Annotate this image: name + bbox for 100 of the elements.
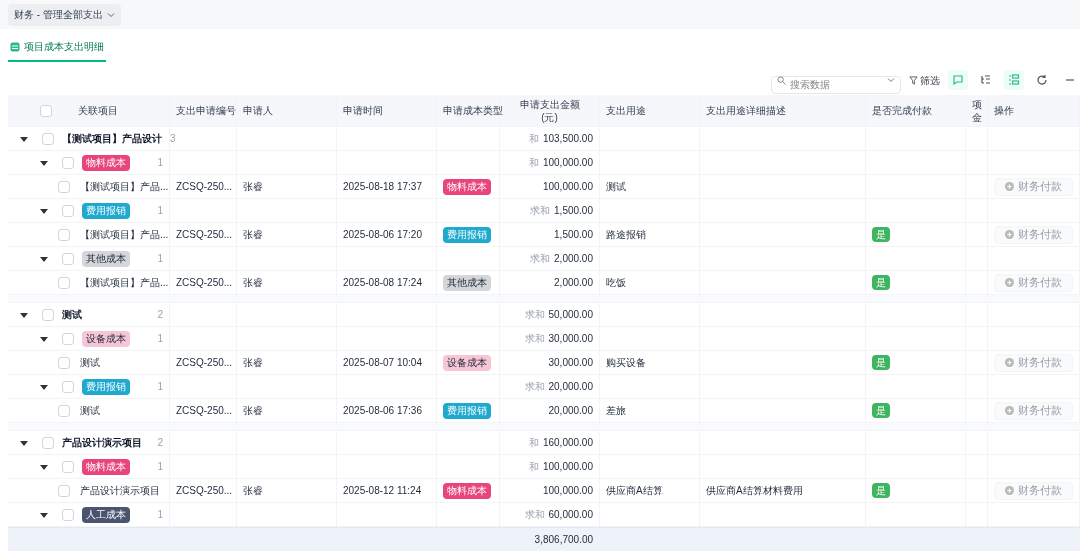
- column-header: 金: [972, 110, 982, 124]
- caret-icon[interactable]: [40, 334, 48, 343]
- applicant-name: 张睿: [243, 180, 263, 194]
- cost-type-tag: 物料成本: [82, 458, 130, 475]
- comment-icon[interactable]: [948, 70, 968, 91]
- project-name: 【测试项目】产品...: [80, 276, 169, 290]
- group-count: 2: [157, 436, 163, 450]
- caret-icon[interactable]: [40, 206, 48, 215]
- cost-type-tag: 费用报销: [82, 202, 130, 219]
- sum-value: 30,000.00: [548, 332, 593, 346]
- caret-icon[interactable]: [20, 310, 28, 319]
- sum-label: 求和: [524, 332, 545, 346]
- column-header: 申请成本类型: [443, 104, 503, 117]
- checkbox[interactable]: [62, 332, 74, 345]
- amount: 100,000.00: [542, 484, 593, 498]
- plus-circle-icon: [1005, 278, 1014, 287]
- sum-value: 20,000.00: [548, 380, 593, 394]
- checkbox[interactable]: [58, 276, 70, 289]
- cost-type-tag: 费用报销: [443, 402, 491, 419]
- plus-circle-icon: [1005, 406, 1014, 415]
- sum-label: 和: [528, 460, 539, 474]
- applicant-name: 张睿: [243, 356, 263, 370]
- column-header: 申请人: [243, 104, 273, 117]
- caret-icon[interactable]: [40, 158, 48, 167]
- table-icon: [10, 41, 20, 52]
- checkbox[interactable]: [42, 132, 54, 145]
- filter-button[interactable]: 筛选: [909, 72, 940, 88]
- caret-icon[interactable]: [20, 438, 28, 447]
- checkbox[interactable]: [40, 104, 52, 117]
- checkbox[interactable]: [62, 460, 74, 473]
- sum-value: 50,000.00: [548, 308, 593, 322]
- caret-icon[interactable]: [40, 510, 48, 519]
- sum-value: 2,000.00: [554, 252, 593, 266]
- checkbox[interactable]: [58, 356, 70, 369]
- checkbox[interactable]: [62, 156, 74, 169]
- plus-circle-icon: [1005, 486, 1014, 495]
- sum-label: 求和: [524, 508, 545, 522]
- checkbox[interactable]: [58, 404, 70, 417]
- purpose-description: 供应商A结算材料费用: [706, 484, 803, 498]
- chevron-down-icon: [106, 10, 115, 19]
- caret-icon[interactable]: [40, 382, 48, 391]
- sum-label: 求和: [530, 204, 551, 218]
- request-number: ZCSQ-250...: [176, 404, 233, 418]
- applicant-name: 张睿: [243, 404, 263, 418]
- sum-label: 和: [528, 156, 539, 170]
- group-count: 1: [157, 204, 163, 218]
- purpose: 差旅: [606, 404, 626, 418]
- group-count: 1: [157, 252, 163, 266]
- chevron-down-icon: [887, 76, 895, 85]
- sum-label: 求和: [524, 308, 545, 322]
- search-field[interactable]: 搜索数据: [771, 75, 901, 94]
- group-name: 【测试项目】产品设计: [62, 132, 162, 146]
- paid-badge: 是: [872, 275, 890, 290]
- caret-icon[interactable]: [20, 134, 28, 143]
- tab[interactable]: 项目成本支出明细: [8, 33, 106, 62]
- cost-type-tag: 设备成本: [82, 330, 130, 347]
- sum-label: 求和: [524, 380, 545, 394]
- amount: 30,000.00: [548, 356, 593, 370]
- project-name: 产品设计演示项目: [80, 484, 160, 498]
- sum-value: 160,000.00: [542, 436, 593, 450]
- total-sum: 3,806,700.00: [534, 533, 593, 547]
- checkbox[interactable]: [58, 180, 70, 193]
- view-switcher[interactable]: 财务 - 管理全部支出: [8, 3, 121, 26]
- checkbox[interactable]: [58, 228, 70, 241]
- caret-icon[interactable]: [40, 254, 48, 263]
- amount: 2,000.00: [554, 276, 593, 290]
- group-name: 测试: [62, 308, 82, 322]
- checkbox[interactable]: [62, 380, 74, 393]
- amount: 1,500.00: [554, 228, 593, 242]
- sum-label: 和: [528, 436, 539, 450]
- search-icon: [777, 75, 786, 85]
- applicant-name: 张睿: [243, 276, 263, 290]
- checkbox[interactable]: [42, 308, 54, 321]
- group-count: 1: [157, 156, 163, 170]
- sum-label: 求和: [530, 252, 551, 266]
- filter-icon: [909, 75, 918, 85]
- checkbox[interactable]: [62, 204, 74, 217]
- applicant-name: 张睿: [243, 484, 263, 498]
- column-header: 操作: [994, 104, 1014, 117]
- checkbox[interactable]: [58, 484, 70, 497]
- plus-circle-icon: [1005, 358, 1014, 367]
- checkbox[interactable]: [62, 508, 74, 521]
- sum-value: 1,500.00: [554, 204, 593, 218]
- group-count: 2: [157, 308, 163, 322]
- request-number: ZCSQ-250...: [176, 276, 233, 290]
- checkbox[interactable]: [62, 252, 74, 265]
- amount: 20,000.00: [548, 404, 593, 418]
- column-header: 申请时间: [343, 104, 383, 117]
- group-count: 3: [170, 132, 176, 146]
- paid-badge: 是: [872, 355, 890, 370]
- sum-label: 和: [528, 132, 539, 146]
- project-name: 测试: [80, 356, 100, 370]
- caret-icon[interactable]: [40, 462, 48, 471]
- project-name: 【测试项目】产品...: [80, 180, 169, 194]
- group-count: 1: [157, 460, 163, 474]
- purpose: 购买设备: [606, 356, 646, 370]
- request-number: ZCSQ-250...: [176, 356, 233, 370]
- checkbox[interactable]: [42, 436, 54, 449]
- group-list-icon[interactable]: [1004, 70, 1024, 91]
- purpose: 供应商A结算: [606, 484, 663, 498]
